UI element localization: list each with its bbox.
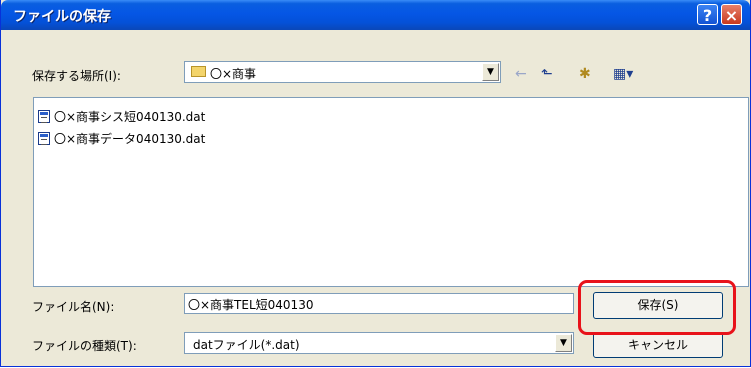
dialog-title: ファイルの保存 <box>13 9 111 25</box>
filename-value: 〇×商事TEL短040130 <box>188 298 314 312</box>
file-name: 〇×商事シス短040130.dat <box>54 109 206 124</box>
filetype-dropdown[interactable]: datファイル(*.dat) ▼ <box>184 332 574 354</box>
folder-icon <box>191 66 206 77</box>
data-file-icon <box>38 131 50 145</box>
location-dropdown-arrow-icon[interactable]: ▼ <box>482 63 499 81</box>
up-folder-icon[interactable]: ⬑ <box>541 66 553 82</box>
filetype-value: datファイル(*.dat) <box>193 338 300 352</box>
location-value: 〇×商事 <box>210 67 257 81</box>
save-button-highlight <box>578 280 736 335</box>
filetype-dropdown-arrow-icon[interactable]: ▼ <box>555 334 572 352</box>
back-icon[interactable]: ← <box>515 66 527 82</box>
file-name: 〇×商事データ040130.dat <box>54 131 206 146</box>
list-item[interactable]: 〇×商事データ040130.dat <box>38 129 205 147</box>
filetype-label: ファイルの種類(T): <box>32 339 137 353</box>
cancel-button[interactable]: キャンセル <box>593 332 723 358</box>
location-label: 保存する場所(I): <box>32 69 121 83</box>
help-button[interactable]: ? <box>697 4 718 25</box>
data-file-icon <box>38 109 50 123</box>
location-dropdown[interactable]: 〇×商事 ▼ <box>184 61 501 83</box>
filename-label: ファイル名(N): <box>32 300 115 314</box>
close-button[interactable]: × <box>721 4 742 25</box>
title-bar: ファイルの保存 ? × <box>1 0 750 30</box>
list-item[interactable]: 〇×商事シス短040130.dat <box>38 107 205 125</box>
views-menu-icon[interactable]: ▦▾ <box>613 66 633 82</box>
file-list[interactable]: 〇×商事シス短040130.dat 〇×商事データ040130.dat <box>33 97 749 287</box>
save-dialog: ファイルの保存 ? × 保存する場所(I): 〇×商事 ▼ ← ⬑ ✱ ▦▾ 〇… <box>0 0 751 367</box>
new-folder-icon[interactable]: ✱ <box>579 66 591 82</box>
filename-field[interactable]: 〇×商事TEL短040130 <box>184 293 574 314</box>
